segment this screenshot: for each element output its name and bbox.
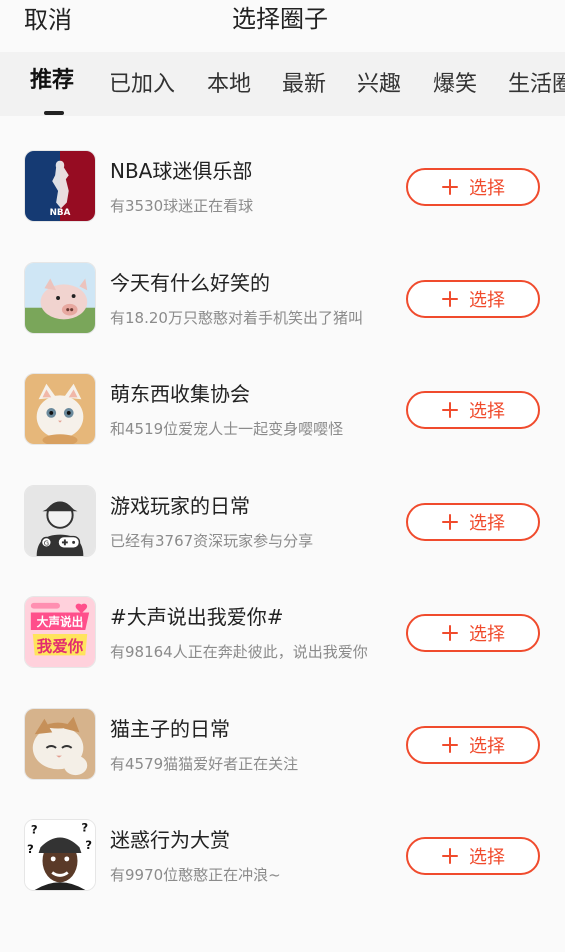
circle-name: 今天有什么好笑的 [110,271,270,295]
circle-name: 萌东西收集协会 [110,382,250,406]
svg-text:?: ? [85,838,92,852]
select-button-label: 选择 [469,847,505,868]
confused-man-icon: ? ? ? ? [24,819,96,891]
active-tab-indicator [44,111,64,115]
svg-text:?: ? [31,823,38,837]
circle-desc: 有3530球迷正在看球 [110,197,254,215]
svg-text:我爱你: 我爱你 [37,636,84,655]
svg-text:?: ? [27,842,34,856]
circle-name: 游戏玩家的日常 [110,494,250,518]
tab-local[interactable]: 本地 [207,70,251,100]
tab-life[interactable]: 生活圈 [508,70,565,100]
select-button-label: 选择 [469,401,505,422]
list-item[interactable]: 大声说出 我爱你 #大声说出我爱你# 有98164人正在奔赴彼此，说出我爱你 选… [0,562,565,674]
select-button[interactable]: 选择 [406,837,540,875]
plus-icon [441,847,459,865]
tab-joined[interactable]: 已加入 [109,70,175,100]
svg-text:?: ? [81,821,88,835]
select-button[interactable]: 选择 [406,726,540,764]
circle-desc: 有4579猫猫爱好者正在关注 [110,755,299,773]
tab-interest[interactable]: 兴趣 [357,70,401,100]
circle-desc: 有9970位憨憨正在冲浪~ [110,866,281,884]
select-button-label: 选择 [469,624,505,645]
select-button[interactable]: 选择 [406,614,540,652]
select-button-label: 选择 [469,736,505,757]
plus-icon [441,736,459,754]
cat-photo-icon [24,708,96,780]
gamer-icon: G [24,485,96,557]
plus-icon [441,178,459,196]
circle-desc: 和4519位爱宠人士一起变身嘤嘤怪 [110,420,344,438]
page-title: 选择圈子 [232,5,328,33]
list-item[interactable]: 猫主子的日常 有4579猫猫爱好者正在关注 选择 [0,674,565,786]
tab-funny[interactable]: 爆笑 [433,70,477,100]
pig-photo-icon [24,262,96,334]
svg-text:G: G [44,539,49,547]
list-item[interactable]: NBA NBA球迷俱乐部 有3530球迷正在看球 选择 [0,116,565,228]
svg-text:NBA: NBA [50,208,71,218]
circle-name: 迷惑行为大赏 [110,828,230,852]
cancel-button[interactable]: 取消 [24,4,72,36]
love-banner-icon: 大声说出 我爱你 [24,596,96,668]
select-button-label: 选择 [469,513,505,534]
top-bar: 取消 选择圈子 [0,0,565,52]
list-item[interactable]: G 游戏玩家的日常 已经有3767资深玩家参与分享 选择 [0,451,565,563]
plus-icon [441,290,459,308]
select-button[interactable]: 选择 [406,280,540,318]
circle-desc: 有98164人正在奔赴彼此，说出我爱你 [110,643,368,661]
plus-icon [441,401,459,419]
svg-text:大声说出: 大声说出 [37,615,84,629]
circle-picker-screen: 取消 选择圈子 推荐 已加入 本地 最新 兴趣 爆笑 生活圈 NBA NBA球迷… [0,0,565,952]
plus-icon [441,624,459,642]
list-item[interactable]: 今天有什么好笑的 有18.20万只憨憨对着手机笑出了猪叫 选择 [0,228,565,340]
circle-name: 猫主子的日常 [110,717,230,741]
select-button[interactable]: 选择 [406,503,540,541]
select-button-label: 选择 [469,178,505,199]
select-button-label: 选择 [469,290,505,311]
nba-logo-icon: NBA [24,150,96,222]
circle-desc: 已经有3767资深玩家参与分享 [110,532,314,550]
select-button[interactable]: 选择 [406,168,540,206]
circle-name: NBA球迷俱乐部 [110,159,253,183]
list-item[interactable]: 萌东西收集协会 和4519位爱宠人士一起变身嘤嘤怪 选择 [0,339,565,451]
circle-name: #大声说出我爱你# [110,605,284,629]
circle-desc: 有18.20万只憨憨对着手机笑出了猪叫 [110,309,363,327]
select-button[interactable]: 选择 [406,391,540,429]
kitten-photo-icon [24,373,96,445]
category-tabs: 推荐 已加入 本地 最新 兴趣 爆笑 生活圈 [0,52,565,116]
list-item[interactable]: ? ? ? ? 迷惑行为大赏 有9970位憨憨正在冲浪~ 选择 [0,785,565,897]
tab-recommend[interactable]: 推荐 [30,66,74,96]
plus-icon [441,513,459,531]
tab-latest[interactable]: 最新 [282,70,326,100]
